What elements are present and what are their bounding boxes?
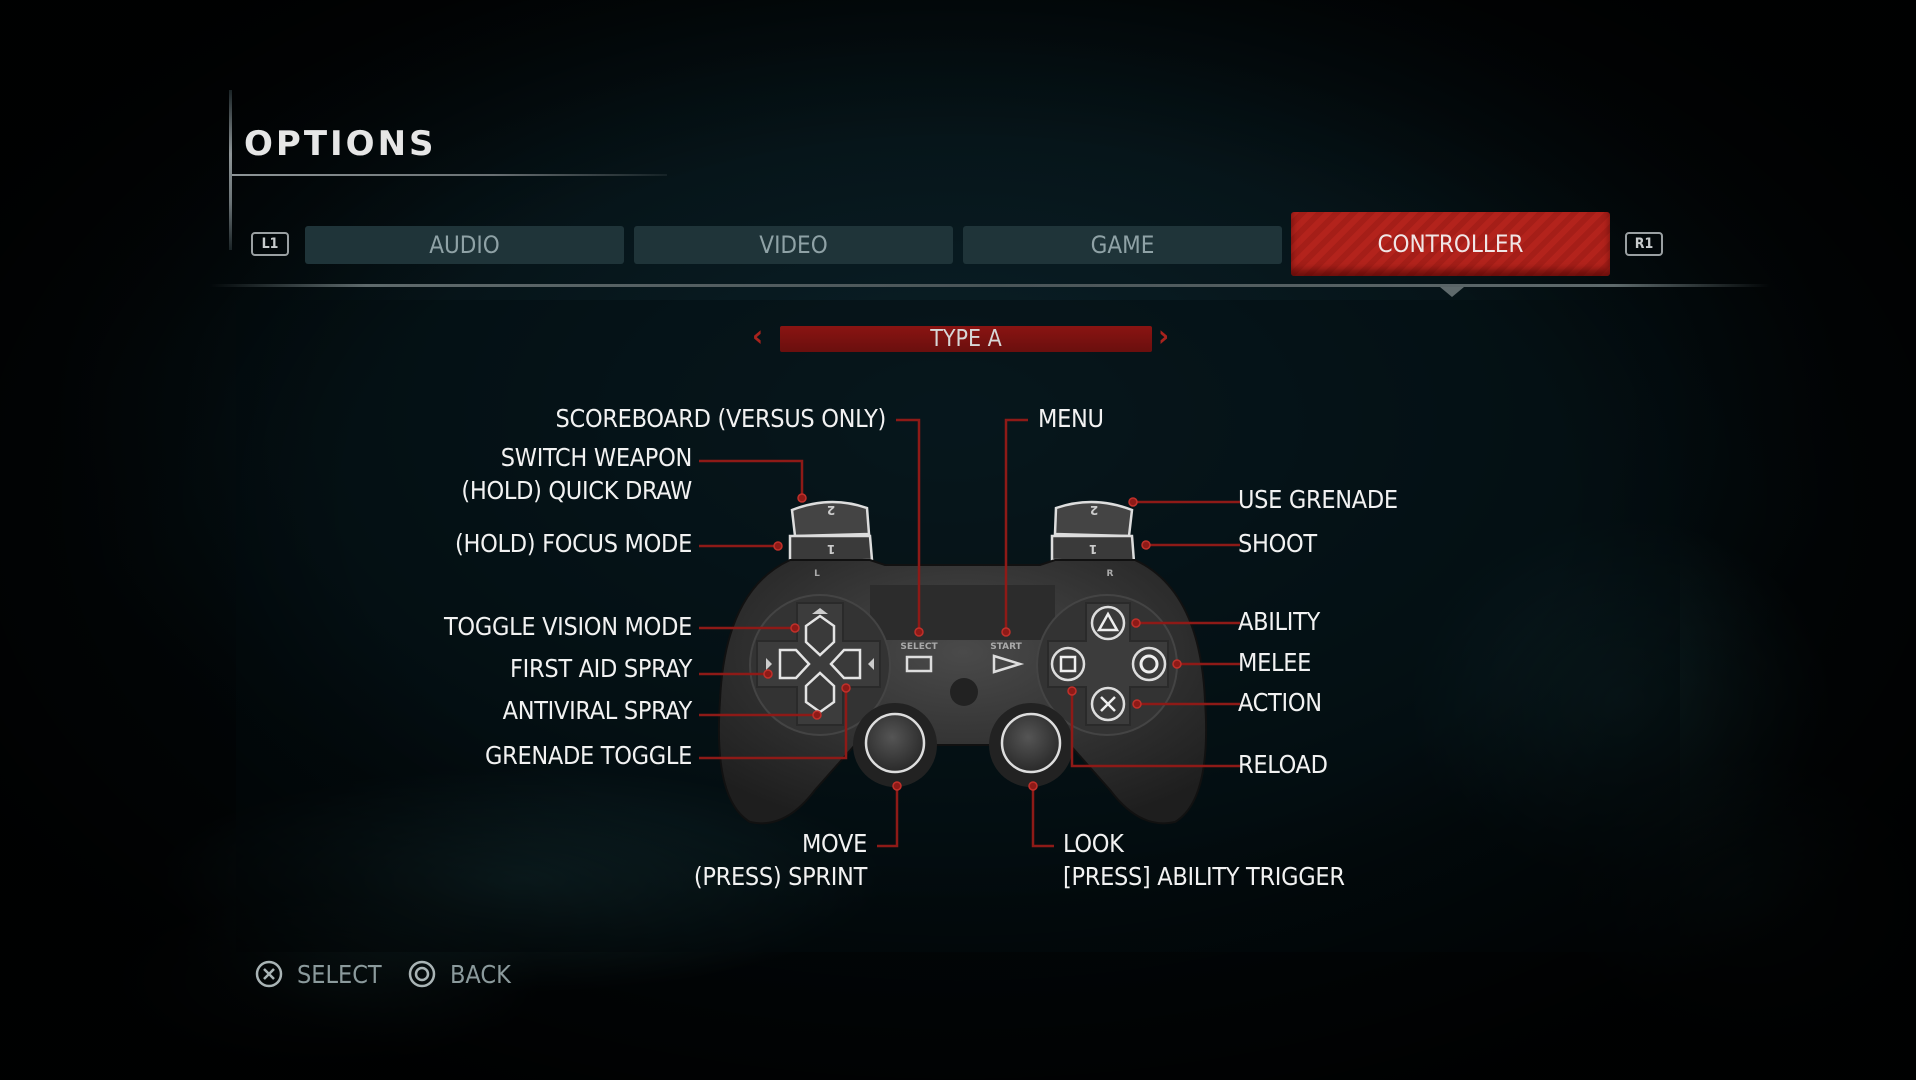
cross-button [1090,686,1126,722]
binding-grenade-toggle: GRENADE TOGGLE [485,741,692,770]
start-label: START [990,642,1022,652]
select-prompt[interactable]: SELECT [255,958,382,990]
controller-body [717,500,1208,825]
r2-label: 2 [1090,503,1098,517]
square-button [1050,646,1086,682]
binding-melee: MELEE [1238,648,1312,677]
binding-sprint: (PRESS) SPRINT [693,862,867,891]
l2-label: 2 [827,503,835,517]
left-stick [864,712,926,774]
right-grip-label: R [1107,569,1114,579]
circle-button [1131,646,1167,682]
ps-button [950,678,978,706]
triangle-button [1090,605,1126,641]
binding-move: MOVE [801,829,867,858]
back-prompt[interactable]: BACK [408,958,511,990]
binding-antiviral: ANTIVIRAL SPRAY [502,696,693,725]
binding-reload: RELOAD [1238,750,1328,779]
binding-shoot: SHOOT [1238,529,1317,558]
binding-action: ACTION [1238,688,1322,717]
binding-ability: ABILITY [1238,607,1320,636]
cross-button-icon [255,960,283,988]
r1-label: 1 [1089,542,1097,556]
controller-diagram: SELECT START L R 2 1 2 1 [699,418,1240,848]
binding-ability-trigger: [PRESS] ABILITY TRIGGER [1063,862,1345,891]
binding-menu: MENU [1038,404,1104,433]
binding-scoreboard: SCOREBOARD (VERSUS ONLY) [555,404,887,433]
binding-first-aid: FIRST AID SPRAY [510,654,692,683]
binding-switch-weapon: SWITCH WEAPON [500,443,693,472]
binding-look: LOOK [1063,829,1124,858]
circle-button-icon [408,960,436,988]
left-grip-label: L [814,569,820,579]
l1-label: 1 [827,542,835,556]
select-prompt-label: SELECT [297,959,382,989]
binding-quick-draw: (HOLD) QUICK DRAW [461,476,692,505]
binding-toggle-vision: TOGGLE VISION MODE [444,612,692,641]
binding-use-grenade: USE GRENADE [1238,485,1398,514]
select-label: SELECT [900,642,938,652]
back-prompt-label: BACK [450,959,511,989]
binding-focus-mode: (HOLD) FOCUS MODE [455,529,692,558]
right-stick [1000,712,1062,774]
